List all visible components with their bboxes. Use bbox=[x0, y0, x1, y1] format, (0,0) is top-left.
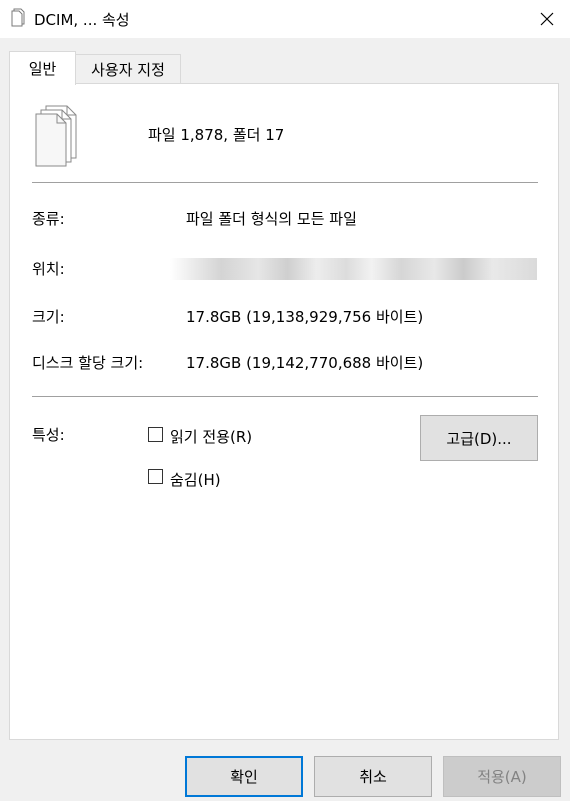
attributes-label: 특성: bbox=[32, 426, 65, 444]
location-label: 위치: bbox=[32, 260, 65, 278]
close-icon bbox=[540, 12, 554, 26]
apply-button-label: 적용(A) bbox=[477, 768, 527, 786]
tab-general[interactable]: 일반 bbox=[9, 51, 76, 85]
type-value: 파일 폴더 형식의 모든 파일 bbox=[186, 210, 357, 228]
multiple-files-icon bbox=[35, 105, 77, 167]
size-label: 크기: bbox=[32, 308, 65, 326]
tab-customize[interactable]: 사용자 지정 bbox=[75, 54, 181, 84]
readonly-checkbox[interactable] bbox=[148, 427, 163, 442]
window-title: DCIM, ... 속성 bbox=[34, 11, 130, 29]
files-icon bbox=[11, 8, 25, 27]
separator bbox=[32, 182, 538, 183]
disk-size-label: 디스크 할당 크기: bbox=[32, 354, 144, 372]
hidden-label[interactable]: 숨김(H) bbox=[170, 469, 221, 490]
size-value: 17.8GB (19,138,929,756 바이트) bbox=[186, 308, 424, 326]
advanced-button[interactable]: 고급(D)... bbox=[420, 415, 538, 461]
type-label: 종류: bbox=[32, 210, 65, 228]
cancel-button[interactable]: 취소 bbox=[314, 756, 432, 797]
ok-button-label: 확인 bbox=[230, 768, 258, 786]
selection-summary: 파일 1,878, 폴더 17 bbox=[148, 126, 285, 144]
tab-general-label: 일반 bbox=[28, 60, 57, 78]
disk-size-value: 17.8GB (19,142,770,688 바이트) bbox=[186, 354, 424, 372]
readonly-label[interactable]: 읽기 전용(R) bbox=[170, 426, 252, 447]
tab-customize-label: 사용자 지정 bbox=[91, 61, 165, 79]
close-button[interactable] bbox=[524, 0, 570, 38]
general-panel: 파일 1,878, 폴더 17 종류: 파일 폴더 형식의 모든 파일 위치: … bbox=[9, 83, 559, 740]
apply-button[interactable]: 적용(A) bbox=[443, 756, 561, 797]
ok-button[interactable]: 확인 bbox=[185, 756, 303, 797]
title-bar: DCIM, ... 속성 bbox=[0, 0, 570, 38]
location-value-redacted bbox=[170, 258, 537, 280]
hidden-checkbox[interactable] bbox=[148, 469, 163, 484]
advanced-button-label: 고급(D)... bbox=[446, 429, 512, 448]
separator bbox=[32, 396, 538, 397]
cancel-button-label: 취소 bbox=[359, 768, 387, 786]
